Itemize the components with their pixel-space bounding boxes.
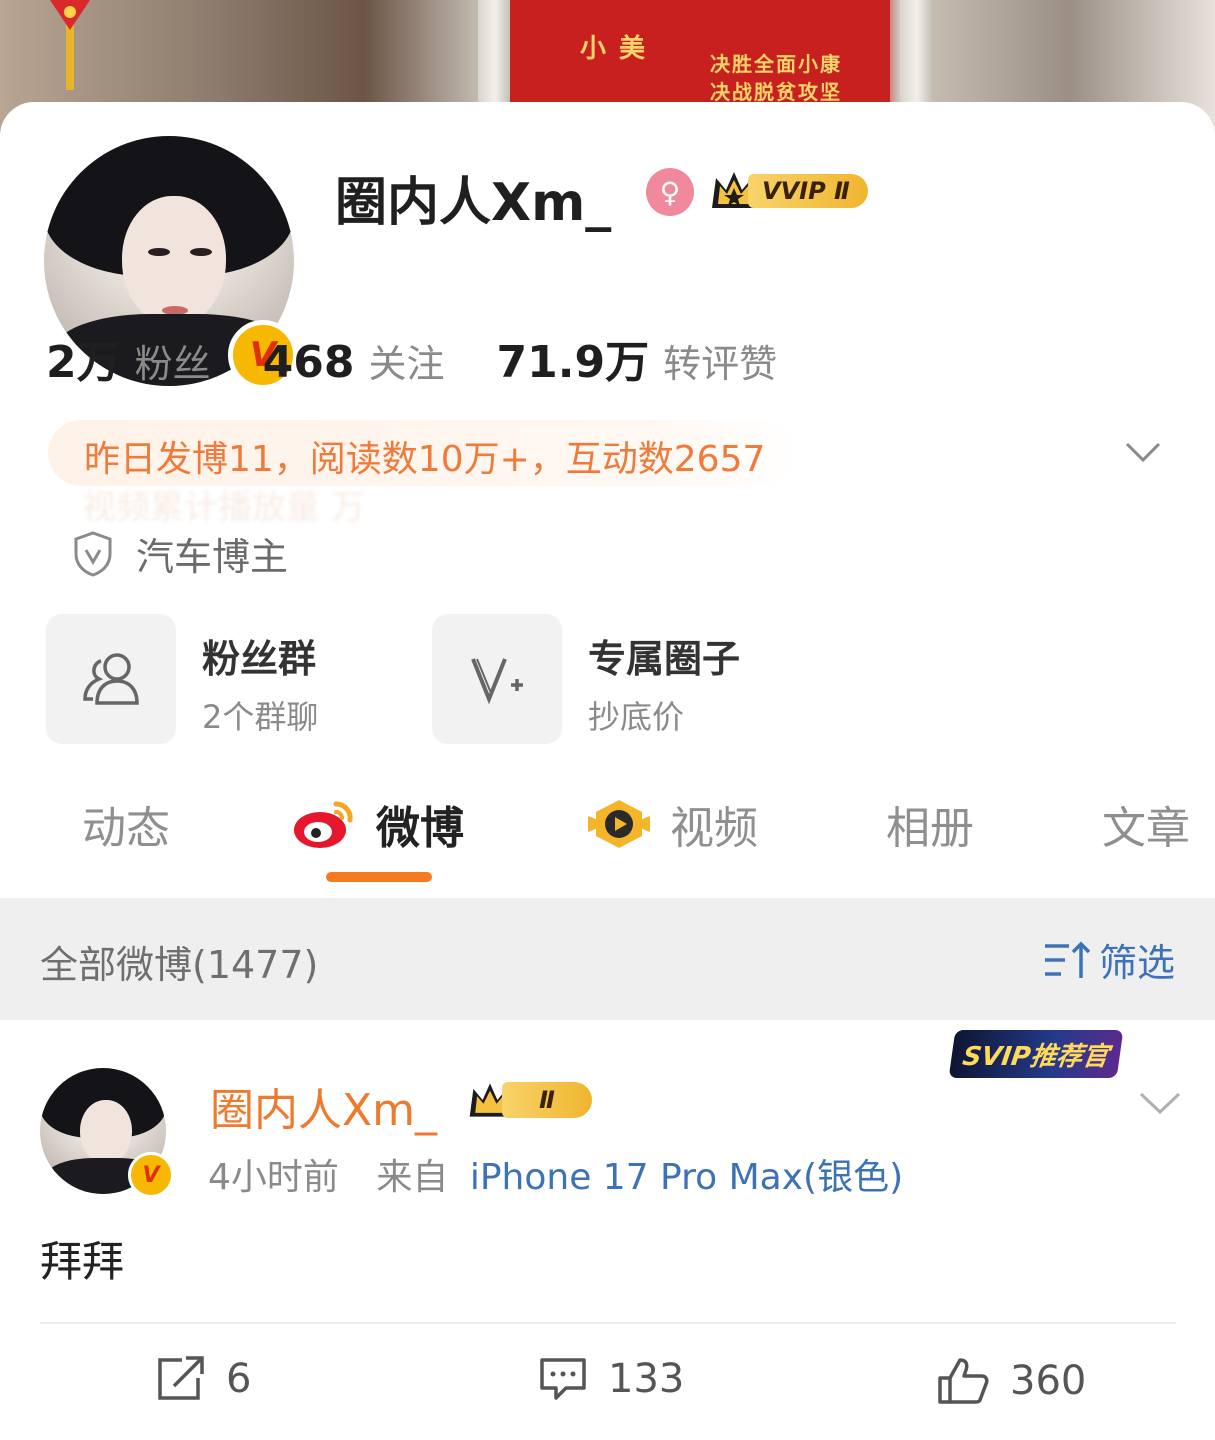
verified-v-icon: V (128, 1152, 174, 1198)
fan-group-title: 粉丝群 (202, 637, 317, 681)
post-content: 拜拜 (40, 1237, 125, 1286)
vip-badge[interactable]: Ⅱ (466, 1078, 592, 1122)
chevron-down-icon[interactable] (1138, 1090, 1182, 1116)
exclusive-circle-entry[interactable]: 专属圈子 抄底价 (432, 614, 782, 744)
exclusive-circle-tile (432, 614, 562, 744)
tab-weibo[interactable]: 微博 (292, 792, 464, 856)
tab-label: 微博 (376, 803, 464, 854)
activity-summary: 昨日发博11，阅读数10万+，互动数2657 (48, 420, 798, 486)
post-device-link[interactable]: iPhone 17 Pro Max(银色) (470, 1157, 903, 1198)
weibo-icon (294, 801, 353, 848)
fan-group-subtitle: 2个群聊 (202, 698, 319, 736)
vip-level-label: Ⅱ (502, 1082, 592, 1118)
following-count[interactable]: 468 (263, 337, 355, 388)
followers-count[interactable]: 2万 (46, 326, 121, 390)
post-author-name[interactable]: 圈内人Xm_ (210, 1074, 437, 1138)
comment-count: 133 (608, 1356, 685, 1402)
post-time: 4小时前 (208, 1157, 339, 1198)
sort-filter-icon (1044, 941, 1091, 978)
interactions-count: 71.9万 (496, 337, 650, 388)
post-source-prefix: 来自 (376, 1157, 449, 1198)
group-icon (83, 653, 139, 705)
like-button[interactable]: 360 (936, 1356, 1086, 1406)
profile-stats: 2万 粉丝 468 关注 71.9万 转评赞 (46, 326, 829, 390)
vvip-label: VVIP Ⅱ (748, 174, 868, 208)
tab-label: 视频 (670, 803, 758, 854)
like-count: 360 (1010, 1358, 1087, 1404)
video-icon (588, 800, 650, 848)
exclusive-circle-title: 专属圈子 (588, 637, 741, 681)
repost-count: 6 (226, 1356, 252, 1402)
activity-text: 昨日发博11，阅读数10万+，互动数2657 (84, 439, 766, 480)
post-avatar[interactable]: V (40, 1068, 174, 1198)
tab-album[interactable]: 相册 (886, 792, 974, 856)
thumbs-up-icon (938, 1358, 989, 1404)
profile-tabs: 动态 微博 视频 相册 文章 (0, 792, 1215, 892)
feed-filter-bar: 全部微博(1477) 筛选 (0, 898, 1215, 1020)
post-meta: 4小时前 来自 iPhone 17 Pro Max(银色) (208, 1148, 903, 1200)
shield-icon (74, 530, 112, 577)
tab-label: 相册 (886, 803, 974, 854)
tab-label: 文章 (1102, 803, 1190, 854)
profile-name: 圈内人Xm_ (335, 173, 612, 233)
filter-button[interactable]: 筛选 (1043, 932, 1175, 987)
tab-article[interactable]: 文章 (1102, 792, 1190, 856)
fan-group-entry[interactable]: 粉丝群 2个群聊 (46, 614, 396, 744)
tab-video[interactable]: 视频 (586, 792, 758, 856)
interactions-label: 转评赞 (663, 342, 778, 386)
tab-label: 动态 (82, 803, 170, 854)
divider (40, 1322, 1176, 1324)
comment-icon (540, 1358, 586, 1400)
followers-label[interactable]: 粉丝 (135, 333, 211, 388)
tab-active-indicator (326, 872, 432, 882)
filter-label: 筛选 (1098, 941, 1175, 985)
v-plus-icon (471, 658, 523, 705)
comment-button[interactable]: 133 (538, 1356, 684, 1402)
fan-group-tile (46, 614, 176, 744)
repost-icon (158, 1356, 204, 1400)
emblem-decoration (50, 0, 90, 90)
profile-card: V 圈内人Xm_ ♀ VVIP Ⅱ 2万 粉丝 468 关注 71.9万 转评赞… (0, 102, 1215, 898)
following-label[interactable]: 关注 (369, 333, 445, 388)
exclusive-circle-subtitle: 抄底价 (588, 698, 685, 736)
svip-recommender-badge: SVIP推荐官 (948, 1030, 1124, 1078)
female-icon: ♀ (646, 168, 694, 216)
vvip-badge[interactable]: VVIP Ⅱ (708, 168, 868, 212)
post-count: 全部微博(1477) (40, 943, 319, 987)
tab-dynamic[interactable]: 动态 (82, 792, 170, 856)
certification: 汽车博主 (72, 526, 288, 581)
activity-ghost-text: 视频累计播放量 万 (82, 488, 365, 528)
banner-sign: 决胜全面小康 决战脱贫攻坚 小 美 (510, 0, 890, 104)
chevron-down-icon[interactable] (1124, 440, 1162, 464)
post-card[interactable]: V SVIP推荐官 圈内人Xm_ Ⅱ 4小时前 来自 iPhone 17 Pro… (0, 1020, 1215, 1440)
repost-button[interactable]: 6 (156, 1356, 251, 1402)
certification-label: 汽车博主 (136, 535, 289, 579)
